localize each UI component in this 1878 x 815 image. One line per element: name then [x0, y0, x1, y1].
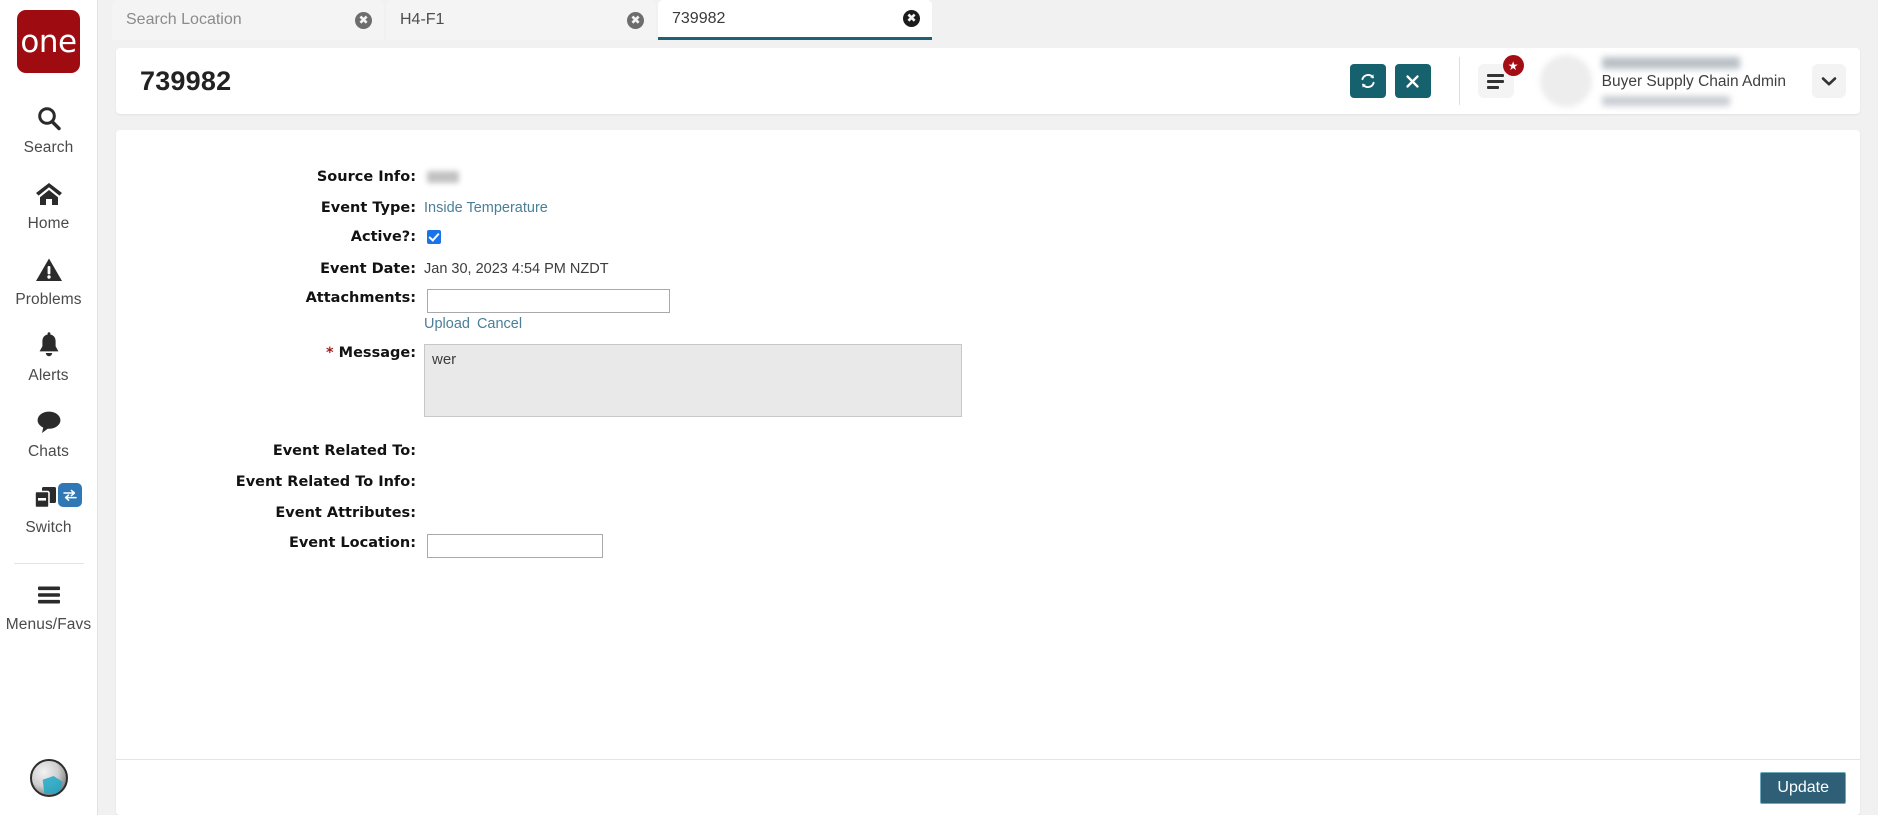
left-nav-rail: one Search Home Problems Alerts Chats Sw…: [0, 0, 98, 815]
page-header-card: 739982 ★ Buyer Supply Chain Admin: [116, 48, 1860, 114]
label-source-info: Source Info:: [316, 169, 416, 185]
user-role: Buyer Supply Chain Admin: [1601, 72, 1786, 90]
content-area: Search Location ✖ H4-F1 ✖ 739982 ✖ 73998…: [98, 0, 1878, 815]
sidebar-label-menus-favs: Menus/Favs: [5, 616, 92, 633]
star-icon: ★: [1502, 55, 1524, 76]
sidebar-label-problems: Problems: [15, 291, 82, 308]
sidebar-label-home: Home: [27, 215, 70, 232]
form-row-event-related-to: Event Related To:: [116, 442, 1860, 461]
value-attachments: [421, 289, 670, 313]
clear-circle-icon[interactable]: ✖: [627, 11, 644, 29]
user-text-block: Buyer Supply Chain Admin: [1601, 55, 1786, 107]
required-marker: *: [326, 345, 334, 361]
label-event-type: Event Type:: [320, 200, 416, 216]
event-form: Source Info: Event Type: Inside Temperat…: [116, 130, 1860, 558]
bell-icon: [36, 331, 62, 361]
message-textarea[interactable]: wer: [424, 344, 962, 417]
warning-triangle-icon: [35, 255, 63, 285]
sidebar-item-search[interactable]: Search: [0, 73, 97, 157]
value-message: wer: [421, 344, 962, 423]
avatar: [1539, 55, 1592, 107]
search-event-text: 739982: [672, 9, 726, 27]
search-facility-field[interactable]: H4-F1 ✖: [386, 0, 656, 40]
menus-favs-button[interactable]: ★: [1477, 55, 1524, 98]
label-message: * Message:: [116, 344, 421, 363]
one-network-logo[interactable]: one: [17, 10, 80, 73]
form-row-event-location: Event Location:: [116, 534, 1860, 558]
form-row-event-type: Event Type: Inside Temperature: [116, 199, 1860, 218]
avatar-face-shape: [42, 775, 63, 794]
sidebar-item-chats[interactable]: Chats: [0, 385, 97, 461]
cancel-link[interactable]: Cancel: [477, 316, 522, 332]
value-source-info: [421, 168, 459, 189]
sidebar-item-menus-favs[interactable]: Menus/Favs: [0, 564, 97, 634]
form-row-message: * Message: wer: [116, 344, 1860, 423]
hamburger-icon: [1487, 73, 1505, 89]
label-attachments: Attachments:: [305, 290, 416, 306]
sidebar-label-switch: Switch: [25, 519, 72, 536]
app-root: one Search Home Problems Alerts Chats Sw…: [0, 0, 1878, 815]
value-event-type[interactable]: Inside Temperature: [421, 199, 548, 218]
search-event-field[interactable]: 739982 ✖: [658, 0, 932, 40]
sidebar-item-home[interactable]: Home: [0, 157, 97, 233]
chevron-down-icon: [1821, 76, 1837, 87]
logo-text: one: [20, 23, 77, 60]
sidebar-item-alerts[interactable]: Alerts: [0, 309, 97, 385]
form-row-active: Active?:: [116, 228, 1860, 250]
label-event-attributes: Event Attributes:: [275, 505, 416, 521]
close-x-icon: [1405, 74, 1420, 89]
user-avatar-icon[interactable]: [29, 759, 68, 797]
source-info-redacted: [427, 171, 459, 183]
label-active: Active?:: [350, 229, 416, 245]
upload-link[interactable]: Upload: [424, 316, 470, 332]
swap-arrows-icon[interactable]: [57, 483, 82, 507]
hamburger-icon: [35, 580, 63, 610]
form-row-event-attributes: Event Attributes:: [116, 504, 1860, 523]
user-profile-block[interactable]: Buyer Supply Chain Admin: [1539, 55, 1786, 107]
clear-circle-icon[interactable]: ✖: [355, 11, 372, 29]
sidebar-label-alerts: Alerts: [28, 367, 69, 384]
refresh-icon: [1359, 72, 1377, 90]
event-location-input[interactable]: [427, 534, 603, 558]
value-event-location: [421, 534, 603, 558]
form-row-event-date: Event Date: Jan 30, 2023 4:54 PM NZDT: [116, 260, 1860, 279]
search-tabs-bar: Search Location ✖ H4-F1 ✖ 739982 ✖: [98, 0, 1878, 48]
user-email-redacted: [1601, 95, 1730, 106]
sidebar-item-switch[interactable]: Switch: [0, 461, 97, 537]
form-footer: Update: [116, 759, 1860, 815]
event-detail-card: Source Info: Event Type: Inside Temperat…: [116, 130, 1860, 815]
close-button[interactable]: [1394, 64, 1431, 98]
search-facility-text: H4-F1: [400, 11, 445, 28]
label-event-location: Event Location:: [288, 535, 416, 551]
attachment-actions: Upload Cancel: [424, 316, 1860, 332]
label-event-date: Event Date:: [320, 261, 416, 277]
form-scroll-region: Source Info: Event Type: Inside Temperat…: [116, 130, 1860, 759]
user-name-redacted: [1601, 56, 1740, 69]
update-button[interactable]: Update: [1760, 771, 1846, 804]
search-icon: [36, 103, 62, 133]
label-event-related-to: Event Related To:: [272, 443, 416, 459]
attachments-input[interactable]: [427, 289, 670, 313]
active-checkbox[interactable]: [427, 230, 441, 244]
clear-circle-icon[interactable]: ✖: [903, 10, 920, 27]
value-active: [421, 228, 441, 250]
value-event-date: Jan 30, 2023 4:54 PM NZDT: [424, 261, 609, 277]
header-divider: [1458, 57, 1460, 105]
search-location-field[interactable]: Search Location ✖: [112, 0, 384, 40]
label-event-related-to-info: Event Related To Info:: [235, 474, 416, 490]
home-icon: [34, 179, 64, 209]
user-menu-dropdown[interactable]: [1812, 64, 1846, 98]
chat-bubble-icon: [35, 407, 63, 437]
page-title: 739982: [140, 65, 232, 96]
sidebar-label-chats: Chats: [28, 443, 69, 460]
search-location-text: Search Location: [126, 11, 242, 28]
form-row-attachments: Attachments:: [116, 289, 1860, 313]
form-row-event-related-to-info: Event Related To Info:: [116, 473, 1860, 492]
label-message-text: Message:: [338, 345, 416, 361]
sidebar-label-search: Search: [23, 139, 74, 156]
refresh-button[interactable]: [1349, 64, 1386, 98]
form-row-source-info: Source Info:: [116, 168, 1860, 189]
sidebar-item-problems[interactable]: Problems: [0, 233, 97, 309]
